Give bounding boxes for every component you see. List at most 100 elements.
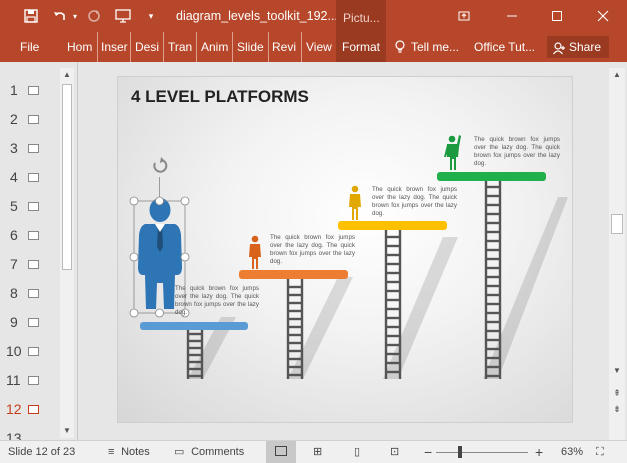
scroll-up-icon[interactable]: ▲ <box>60 68 74 82</box>
person-orange <box>249 235 261 269</box>
tab-review[interactable]: Revi <box>272 32 302 62</box>
rotate-handle-icon <box>153 157 168 173</box>
tab-animations[interactable]: Anim <box>201 32 233 62</box>
document-title: diagram_levels_toolkit_192... <box>176 9 338 23</box>
platform-orange <box>239 270 348 279</box>
tell-me-search[interactable]: Tell me... <box>411 32 466 62</box>
tab-view[interactable]: View <box>306 32 336 62</box>
scroll-down-icon[interactable]: ▼ <box>610 364 624 378</box>
maximize-icon[interactable] <box>540 0 574 32</box>
thumbnail-number[interactable]: 4 <box>10 169 26 185</box>
platform-blue <box>140 322 248 330</box>
slide-sorter-icon: ⊞ <box>313 446 323 458</box>
close-icon[interactable] <box>586 0 620 32</box>
slide-thumbnail[interactable] <box>28 289 39 298</box>
slideshow-button[interactable]: ⊡ <box>390 441 399 463</box>
slideshow-status-icon: ⊡ <box>390 446 400 458</box>
tab-file[interactable]: File <box>20 32 46 62</box>
slide-thumbnail[interactable] <box>28 115 39 124</box>
slide[interactable]: 4 LEVEL PLATFORMS The quick brown fox ju… <box>117 76 573 423</box>
tab-insert[interactable]: Inser <box>101 32 131 62</box>
comments-icon: ▭ <box>174 446 185 458</box>
picture-tools-tab[interactable]: Pictu... <box>336 0 386 32</box>
scroll-thumb[interactable] <box>62 84 72 270</box>
person-green <box>444 135 461 170</box>
thumbnail-number[interactable]: 5 <box>10 198 26 214</box>
share-label: Share <box>569 40 602 54</box>
slide-thumbnail[interactable] <box>28 144 39 153</box>
thumbnail-number[interactable]: 3 <box>10 140 26 156</box>
reading-view-icon: ▯ <box>354 446 361 458</box>
office-tut-tab[interactable]: Office Tut... <box>474 32 540 62</box>
zoom-slider[interactable] <box>436 452 528 453</box>
customize-icon[interactable]: ▾ <box>144 0 158 32</box>
reading-view-button[interactable]: ▯ <box>354 441 360 463</box>
platform-text-3[interactable]: The quick brown fox jumps over the lazy … <box>372 186 457 218</box>
fit-slide-icon[interactable]: ⛶ <box>596 441 604 463</box>
tab-transitions[interactable]: Tran <box>168 32 197 62</box>
slide-thumbnail[interactable] <box>28 202 39 211</box>
notes-icon: ≡ <box>108 446 115 458</box>
platform-green <box>437 172 546 181</box>
thumbnail-number[interactable]: 10 <box>6 343 22 359</box>
normal-view-icon <box>275 446 287 456</box>
thumbnail-number[interactable]: 2 <box>10 111 26 127</box>
scroll-down-icon[interactable]: ▼ <box>60 424 74 438</box>
slide-thumbnail[interactable] <box>28 173 39 182</box>
thumbnail-number[interactable]: 8 <box>10 285 26 301</box>
tab-design[interactable]: Desi <box>135 32 164 62</box>
undo-dropdown-icon[interactable]: ▾ <box>70 0 80 32</box>
zoom-in-button[interactable]: + <box>535 441 543 463</box>
platform-text-2[interactable]: The quick brown fox jumps over the lazy … <box>270 234 355 266</box>
tab-slideshow[interactable]: Slide <box>237 32 269 62</box>
zoom-level[interactable]: 63% <box>561 441 583 463</box>
slideshow-icon[interactable] <box>112 0 134 32</box>
person-yellow <box>349 185 361 220</box>
scroll-up-icon[interactable]: ▲ <box>610 68 624 82</box>
undo-icon[interactable] <box>50 0 70 32</box>
ribbon-tabs: File Hom Inser Desi Tran Anim Slide Revi… <box>0 32 627 62</box>
platform-text-1[interactable]: The quick brown fox jumps over the lazy … <box>175 285 259 317</box>
thumbnail-number[interactable]: 1 <box>10 82 26 98</box>
ladder-4 <box>484 179 502 379</box>
slide-scrollbar[interactable]: ▲ ▼ ⇞ ⇟ <box>609 68 625 440</box>
thumbnail-scrollbar[interactable]: ▲ ▼ <box>60 68 74 438</box>
slide-thumbnail-pane: 1 2 3 4 5 6 7 8 9 10 11 12 13 ▲ ▼ <box>0 62 78 440</box>
tab-format[interactable]: Format <box>336 32 386 62</box>
thumbnail-number[interactable]: 7 <box>10 256 26 272</box>
user-icon <box>553 40 566 62</box>
thumbnail-number[interactable]: 11 <box>6 372 22 388</box>
share-button[interactable]: Share <box>547 36 609 58</box>
lightbulb-icon <box>395 40 405 57</box>
comments-label: Comments <box>191 446 245 458</box>
notes-button[interactable]: ≡ Notes <box>108 441 150 463</box>
slide-thumbnail[interactable] <box>28 376 39 385</box>
slide-thumbnail[interactable] <box>28 86 39 95</box>
tab-home[interactable]: Hom <box>67 32 98 62</box>
slide-thumbnail-active[interactable] <box>28 405 39 414</box>
comments-button[interactable]: ▭ Comments <box>174 441 244 463</box>
thumbnail-number[interactable]: 6 <box>10 227 26 243</box>
thumbnail-number[interactable]: 9 <box>10 314 26 330</box>
zoom-out-button[interactable]: − <box>424 441 432 463</box>
slide-counter: Slide 12 of 23 <box>8 446 76 458</box>
slide-thumbnail[interactable] <box>28 231 39 240</box>
thumbnail-number-active[interactable]: 12 <box>6 401 22 417</box>
save-icon[interactable] <box>20 0 42 32</box>
minimize-icon[interactable] <box>495 0 529 32</box>
slide-thumbnail[interactable] <box>28 260 39 269</box>
slide-thumbnail[interactable] <box>28 347 39 356</box>
slide-sorter-button[interactable]: ⊞ <box>313 441 322 463</box>
notes-label: Notes <box>121 446 150 458</box>
platform-yellow <box>338 221 447 230</box>
ribbon-display-icon[interactable] <box>447 0 481 32</box>
previous-slide-icon[interactable]: ⇞ <box>610 386 624 400</box>
normal-view-button[interactable] <box>266 441 296 463</box>
zoom-slider-thumb[interactable] <box>458 446 462 458</box>
slide-thumbnail[interactable] <box>28 318 39 327</box>
next-slide-icon[interactable]: ⇟ <box>610 402 624 416</box>
scroll-thumb[interactable] <box>611 214 623 234</box>
platform-text-4[interactable]: The quick brown fox jumps over the lazy … <box>474 136 560 168</box>
thumbnail-number[interactable]: 13 <box>6 430 22 440</box>
redo-icon[interactable] <box>84 0 104 32</box>
